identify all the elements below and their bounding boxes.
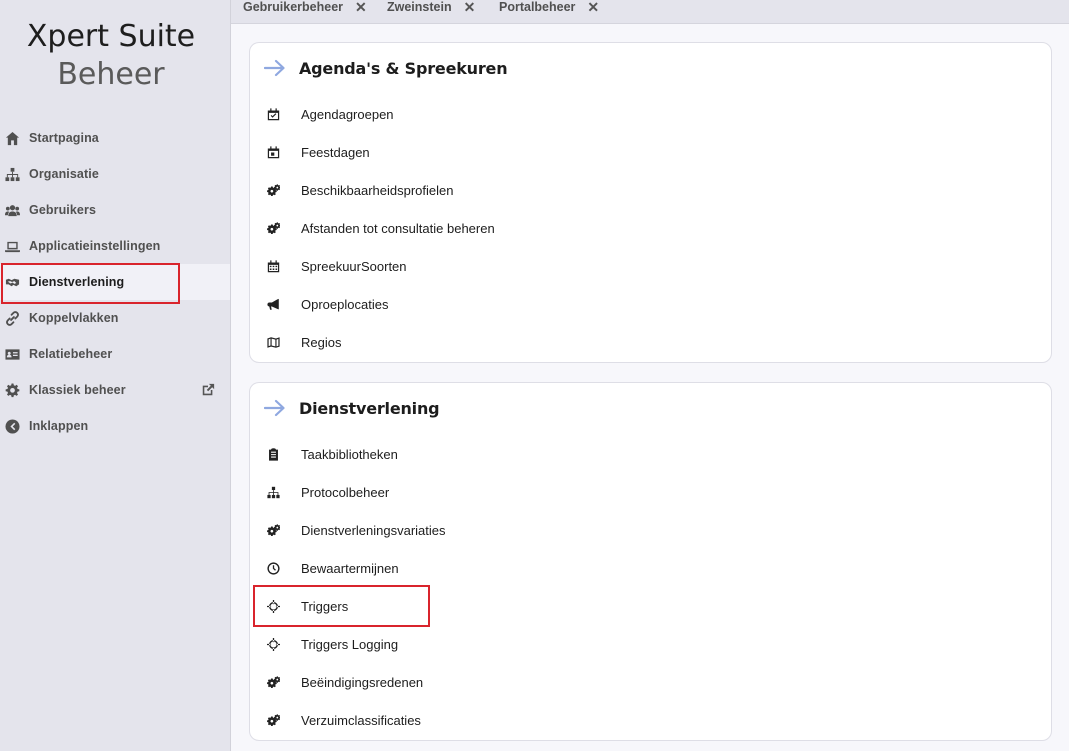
list-item-label: Dienstverleningsvariaties xyxy=(301,522,446,538)
card-dienstverlening: Dienstverlening Taakbibliotheken Protocol… xyxy=(249,382,1052,741)
calendar-grid-icon xyxy=(266,259,281,274)
tab-label: Zweinstein xyxy=(387,0,452,14)
clipboard-icon xyxy=(266,447,281,462)
map-icon xyxy=(266,335,281,350)
list-item-feestdagen[interactable]: Feestdagen xyxy=(266,133,1036,171)
list-item-oproeplocaties[interactable]: Oproeplocaties xyxy=(266,285,1036,323)
gear-icon xyxy=(4,382,20,398)
list-item-triggers-logging[interactable]: Triggers Logging xyxy=(266,625,1036,663)
calendar-check-icon xyxy=(266,107,281,122)
brand-subtitle: Beheer xyxy=(57,57,165,92)
calendar-day-icon xyxy=(266,145,281,160)
list-item-label: Verzuimclassificaties xyxy=(301,712,421,728)
laptop-icon xyxy=(4,238,20,254)
list-item-verzuimclassificaties[interactable]: Verzuimclassificaties xyxy=(266,701,1036,739)
sidebar-item-relatiebeheer[interactable]: Relatiebeheer xyxy=(0,336,230,372)
list-item-dienstverleningsvariaties[interactable]: Dienstverleningsvariaties xyxy=(266,511,1036,549)
list-item-label: Beëindigingsredenen xyxy=(301,674,424,690)
sidebar-item-startpagina[interactable]: Startpagina xyxy=(0,120,230,156)
sidebar-item-klassiek-beheer[interactable]: Klassiek beheer xyxy=(0,372,230,408)
cogs-icon xyxy=(266,523,281,538)
card-title: Agenda's & Spreekuren xyxy=(299,58,508,78)
cogs-icon xyxy=(266,675,281,690)
list-item-triggers[interactable]: Triggers xyxy=(266,587,1036,625)
close-icon[interactable]: ✕ xyxy=(587,0,599,16)
handshake-icon xyxy=(4,274,20,290)
cogs-icon xyxy=(266,183,281,198)
card-header: Dienstverlening xyxy=(263,397,440,419)
list-item-label: Regios xyxy=(301,334,342,350)
external-link-icon xyxy=(201,383,215,397)
list-item-spreekuursoorten[interactable]: SpreekuurSoorten xyxy=(266,247,1036,285)
list-item-label: Feestdagen xyxy=(301,144,370,160)
clock-icon xyxy=(266,561,281,576)
list-item-afstanden-tot-consultatie-beheren[interactable]: Afstanden tot consultatie beheren xyxy=(266,209,1036,247)
cogs-icon xyxy=(266,713,281,728)
arrow-right-icon xyxy=(263,59,286,77)
list-item-label: Agendagroepen xyxy=(301,106,394,122)
brand-logo: Xpert Suite Beheer xyxy=(0,18,222,94)
id-card-icon xyxy=(4,346,20,362)
list-item-label: Triggers Logging xyxy=(301,636,399,652)
brand-title: Xpert Suite xyxy=(26,19,196,54)
cogs-icon xyxy=(266,221,281,236)
sidebar-item-label: Gebruikers xyxy=(29,203,97,217)
link-icon xyxy=(4,310,20,326)
sidebar: Xpert Suite Beheer Startpagina Organisati… xyxy=(0,0,231,751)
list-item-regios[interactable]: Regios xyxy=(266,323,1036,361)
list-item-bewaartermijnen[interactable]: Bewaartermijnen xyxy=(266,549,1036,587)
list-item-label: Triggers xyxy=(301,598,349,614)
sidebar-item-organisatie[interactable]: Organisatie xyxy=(0,156,230,192)
sidebar-item-label: Koppelvlakken xyxy=(29,311,119,325)
sidebar-item-label: Inklappen xyxy=(29,419,89,433)
sidebar-item-label: Klassiek beheer xyxy=(29,383,126,397)
sidebar-item-koppelvlakken[interactable]: Koppelvlakken xyxy=(0,300,230,336)
card-title: Dienstverlening xyxy=(299,398,440,418)
list-item-agendagroepen[interactable]: Agendagroepen xyxy=(266,95,1036,133)
list-item-label: Taakbibliotheken xyxy=(301,446,398,462)
sitemap-icon xyxy=(4,166,20,182)
card-list: Taakbibliotheken Protocolbeheer Dienstverl… xyxy=(266,435,1036,739)
main-content: Agenda's & Spreekuren Agendagroepen Feest… xyxy=(231,24,1069,751)
sidebar-item-label: Startpagina xyxy=(29,131,99,145)
tab-portalbeheer[interactable]: Portalbeheer ✕ xyxy=(499,0,599,16)
list-item-beschikbaarheidsprofielen[interactable]: Beschikbaarheidsprofielen xyxy=(266,171,1036,209)
sidebar-item-label: Relatiebeheer xyxy=(29,347,113,361)
tab-label: Portalbeheer xyxy=(499,0,576,14)
users-icon xyxy=(4,202,20,218)
list-item-protocolbeheer[interactable]: Protocolbeheer xyxy=(266,473,1036,511)
chevron-left-circle-icon xyxy=(4,418,20,434)
list-item-label: SpreekuurSoorten xyxy=(301,258,407,274)
close-icon[interactable]: ✕ xyxy=(464,0,476,16)
card-list: Agendagroepen Feestdagen Beschikbaarheidsp… xyxy=(266,95,1036,361)
tab-zweinstein[interactable]: Zweinstein ✕ xyxy=(387,0,476,16)
sidebar-item-label: Dienstverlening xyxy=(29,275,125,289)
tab-label: Gebruikerbeheer xyxy=(243,0,344,14)
sidebar-item-inklappen[interactable]: Inklappen xyxy=(0,408,230,444)
tab-gebruikerbeheer[interactable]: Gebruikerbeheer ✕ xyxy=(243,0,367,16)
sidebar-item-label: Applicatieinstellingen xyxy=(29,239,161,253)
card-header: Agenda's & Spreekuren xyxy=(263,57,508,79)
list-item-label: Protocolbeheer xyxy=(301,484,390,500)
list-item-beëindigingsredenen[interactable]: Beëindigingsredenen xyxy=(266,663,1036,701)
list-item-taakbibliotheken[interactable]: Taakbibliotheken xyxy=(266,435,1036,473)
sidebar-item-gebruikers[interactable]: Gebruikers xyxy=(0,192,230,228)
sidebar-item-dienstverlening[interactable]: Dienstverlening xyxy=(0,264,230,300)
tab-bar: Gebruikerbeheer ✕ Zweinstein ✕ Portalbeh… xyxy=(231,0,1069,24)
list-item-label: Bewaartermijnen xyxy=(301,560,399,576)
close-icon[interactable]: ✕ xyxy=(355,0,367,16)
crosshairs-icon xyxy=(266,599,281,614)
list-item-label: Beschikbaarheidsprofielen xyxy=(301,182,454,198)
list-item-label: Oproeplocaties xyxy=(301,296,389,312)
sidebar-item-applicatieinstellingen[interactable]: Applicatieinstellingen xyxy=(0,228,230,264)
list-item-label: Afstanden tot consultatie beheren xyxy=(301,220,495,236)
home-icon xyxy=(4,130,20,146)
sidebar-item-label: Organisatie xyxy=(29,167,99,181)
crosshairs-icon xyxy=(266,637,281,652)
bullhorn-icon xyxy=(266,297,281,312)
card-agendas-spreekuren: Agenda's & Spreekuren Agendagroepen Feest… xyxy=(249,42,1052,363)
sidebar-nav: Startpagina Organisatie Gebruikers Applicat… xyxy=(0,120,230,444)
sitemap-icon xyxy=(266,485,281,500)
arrow-right-icon xyxy=(263,399,286,417)
